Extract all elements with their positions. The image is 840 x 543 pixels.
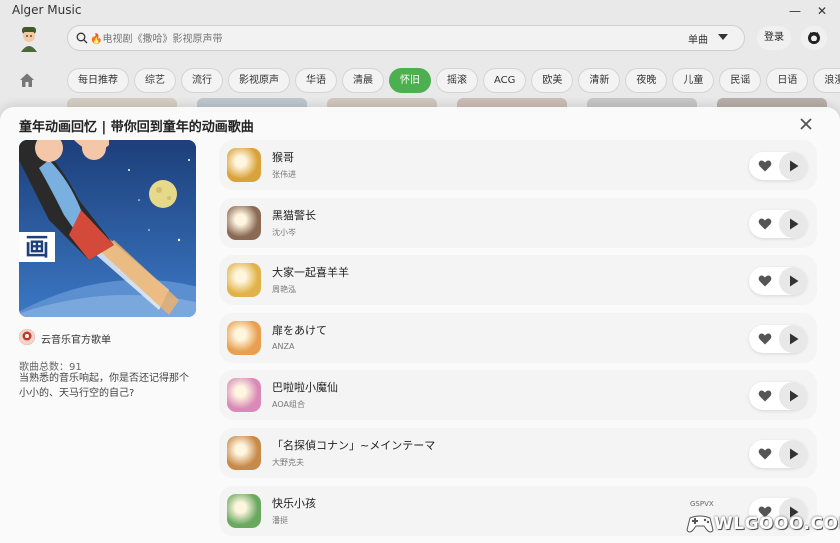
song-artist[interactable]: 沈小岑 (272, 227, 296, 238)
watermark-text: WLGOOO.COM (714, 514, 840, 534)
song-actions (749, 324, 807, 353)
close-icon[interactable] (798, 116, 814, 132)
song-artist[interactable]: ANZA (272, 342, 294, 351)
song-cover (227, 263, 261, 298)
category-tab[interactable]: 摇滚 (436, 68, 478, 93)
song-name: 巴啦啦小魔仙 (272, 381, 338, 395)
play-icon (790, 218, 799, 230)
user-avatar-icon[interactable] (18, 26, 40, 52)
heart-icon[interactable] (758, 217, 772, 231)
login-button[interactable]: 登录 (757, 26, 791, 50)
play-button[interactable] (779, 324, 807, 353)
song-cover (227, 493, 261, 528)
song-row[interactable]: 大家一起喜羊羊 周艳泓 (219, 255, 817, 306)
category-tab[interactable]: 清新 (578, 68, 621, 93)
category-tab[interactable]: 欧美 (531, 68, 574, 93)
song-actions (749, 382, 807, 411)
category-tab[interactable]: 影视原声 (228, 68, 290, 93)
search-bar[interactable]: 单曲 (67, 25, 745, 51)
gamepad-icon (686, 515, 714, 533)
song-row[interactable]: 黑猫警长 沈小岑 (219, 197, 817, 248)
heart-icon[interactable] (758, 389, 772, 403)
song-actions (749, 209, 807, 238)
category-tab[interactable]: 流行 (181, 68, 223, 93)
category-tab[interactable]: 儿童 (672, 68, 715, 93)
play-icon (790, 160, 799, 172)
title-bar: Alger Music — ✕ (0, 0, 840, 22)
song-row[interactable]: 猴哥 张伟进 (219, 140, 817, 190)
minimize-button[interactable]: — (783, 2, 807, 20)
category-tab[interactable]: 每日推荐 (67, 68, 129, 93)
song-list: 猴哥 张伟进 黑猫警长 沈小岑 大家一起喜羊羊 周艳泓 扉をあけて ANZA 巴… (219, 140, 817, 543)
play-icon (790, 275, 799, 287)
song-cover (227, 320, 261, 355)
category-bar: 每日推荐 综艺 流行 影视原声 华语 清晨 怀旧 摇滚 ACG 欧美 清新 夜晚… (67, 68, 840, 94)
chevron-down-icon[interactable] (718, 34, 728, 40)
song-actions (749, 267, 807, 296)
category-tab[interactable]: 日语 (766, 68, 809, 93)
song-artist[interactable]: 周艳泓 (272, 284, 296, 295)
song-row[interactable]: 「名探偵コナン」~メインテーマ 大野克夫 (219, 427, 817, 478)
song-name: 黑猫警长 (272, 208, 316, 222)
song-name: 快乐小孩 (272, 496, 316, 510)
song-cover (227, 205, 261, 240)
play-icon (790, 390, 799, 402)
song-name: 大家一起喜羊羊 (272, 266, 349, 280)
close-window-button[interactable]: ✕ (810, 2, 834, 20)
app-title: Alger Music (12, 3, 82, 17)
play-button[interactable] (779, 267, 807, 296)
category-tab[interactable]: 华语 (295, 68, 337, 93)
site-watermark: GSPVX WLGOOO.COM (684, 500, 840, 540)
astro-boy-illustration: 画 (19, 140, 196, 317)
search-input[interactable] (90, 30, 650, 48)
play-icon (790, 448, 799, 460)
song-name: 「名探偵コナン」~メインテーマ (272, 438, 436, 452)
search-type-select[interactable]: 单曲 (688, 31, 708, 46)
creator-avatar[interactable] (19, 329, 35, 345)
playlist-cover: 画 (19, 140, 196, 317)
home-icon[interactable] (19, 72, 35, 88)
play-button[interactable] (779, 209, 807, 238)
song-cover (227, 148, 261, 182)
play-button[interactable] (779, 439, 807, 468)
song-name: 猴哥 (272, 151, 294, 164)
category-tab[interactable]: 民谣 (719, 68, 762, 93)
search-icon (76, 32, 88, 44)
song-actions (749, 439, 807, 468)
creator-name[interactable]: 云音乐官方歌单 (41, 331, 111, 346)
category-tab[interactable]: 浪漫 (813, 68, 840, 93)
play-button[interactable] (779, 152, 807, 180)
song-artist[interactable]: 大野克夫 (272, 457, 304, 468)
song-row[interactable]: 扉をあけて ANZA (219, 312, 817, 363)
heart-icon[interactable] (758, 447, 772, 461)
playlist-description: 当熟悉的音乐响起，你是否还记得那个小小的、天马行空的自己? (19, 373, 189, 399)
playlist-detail-modal: 童年动画回忆 | 带你回到童年的动画歌曲 画 云音乐官方歌单 歌曲总数：91 当… (0, 107, 840, 543)
song-artist[interactable]: 张伟进 (272, 169, 296, 180)
github-icon[interactable] (801, 26, 827, 50)
category-tab[interactable]: 清晨 (342, 68, 384, 93)
category-tab[interactable]: ACG (483, 68, 527, 93)
heart-icon[interactable] (758, 159, 772, 173)
song-artist[interactable]: 潘挺 (272, 515, 288, 526)
cover-text: 画 (25, 233, 49, 261)
song-actions (749, 152, 807, 180)
heart-icon[interactable] (758, 274, 772, 288)
song-cover (227, 378, 261, 413)
song-row[interactable]: 巴啦啦小魔仙 AOA组合 (219, 370, 817, 421)
play-icon (790, 333, 799, 345)
category-tab-active[interactable]: 怀旧 (389, 68, 431, 93)
heart-icon[interactable] (758, 332, 772, 346)
playlist-title: 童年动画回忆 | 带你回到童年的动画歌曲 (19, 120, 254, 135)
watermark-small-text: GSPVX (690, 500, 714, 508)
song-name: 扉をあけて (272, 323, 327, 337)
category-tab[interactable]: 夜晚 (625, 68, 668, 93)
song-artist[interactable]: AOA组合 (272, 399, 305, 410)
play-button[interactable] (779, 382, 807, 411)
song-cover (227, 435, 261, 470)
category-tab[interactable]: 综艺 (134, 68, 176, 93)
